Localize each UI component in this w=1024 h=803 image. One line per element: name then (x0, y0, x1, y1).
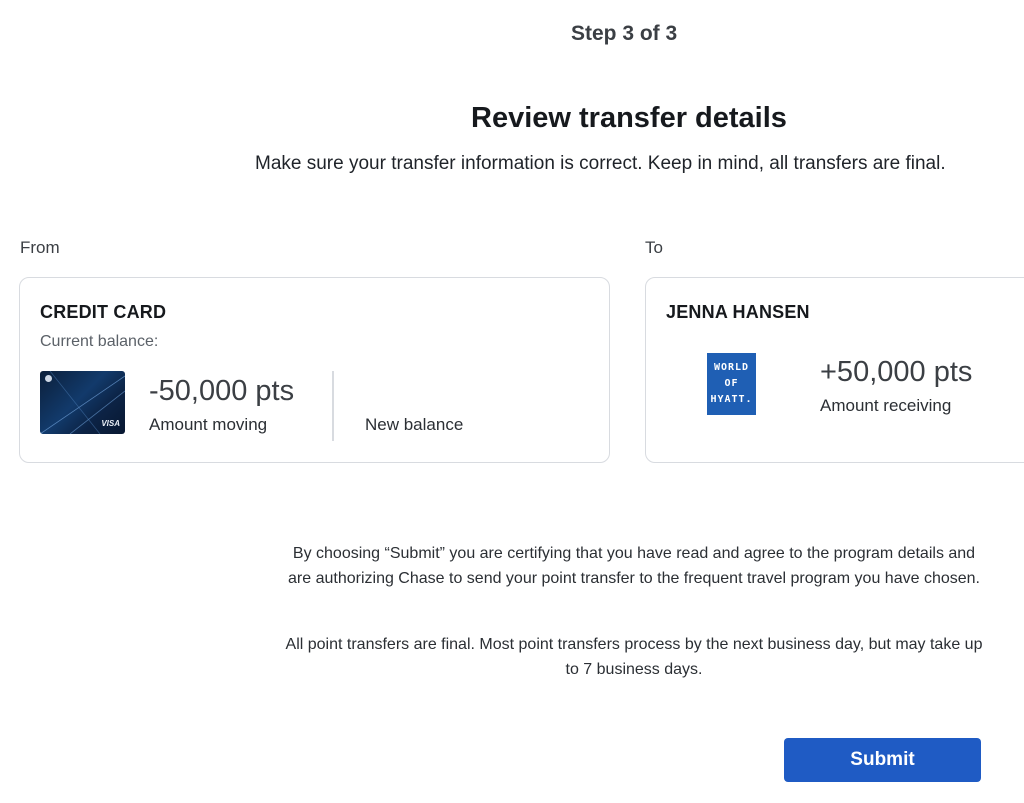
final-disclaimer: All point transfers are final. Most poin… (285, 636, 983, 678)
hyatt-logo-line: OF (724, 378, 739, 389)
hyatt-logo-line: HYATT. (710, 394, 753, 405)
amount-moving-label: Amount moving (149, 415, 268, 434)
from-card-title: CREDIT CARD (40, 302, 167, 322)
from-card: CREDIT CARD Current balance: VISA -50,00… (19, 277, 610, 463)
credit-card-image: VISA (40, 371, 125, 434)
new-balance-label: New balance (365, 415, 464, 434)
amount-moving-value: -50,000 pts (149, 375, 295, 407)
to-card: JENNA HANSEN WORLD OF HYATT. +50,000 pts… (645, 277, 1024, 463)
current-balance-label: Current balance: (40, 333, 159, 350)
amount-receiving-label: Amount receiving (820, 396, 952, 415)
card-logo-icon (45, 375, 52, 382)
hyatt-logo-line: WORLD (713, 362, 750, 373)
recipient-name: JENNA HANSEN (666, 302, 810, 322)
amount-receiving-value: +50,000 pts (820, 356, 973, 388)
certify-disclaimer: By choosing “Submit” you are certifying … (288, 545, 980, 587)
page-subtitle: Make sure your transfer information is c… (255, 153, 946, 174)
step-indicator: Step 3 of 3 (571, 22, 678, 45)
card-brand: VISA (101, 419, 120, 428)
submit-button[interactable]: Submit (784, 738, 981, 782)
divider (332, 371, 334, 441)
from-label: From (20, 238, 60, 257)
transfer-review-page: Step 3 of 3 Review transfer details Make… (0, 0, 1024, 803)
page-title: Review transfer details (471, 102, 787, 134)
to-label: To (645, 238, 663, 257)
world-of-hyatt-logo: WORLD OF HYATT. (707, 353, 756, 415)
